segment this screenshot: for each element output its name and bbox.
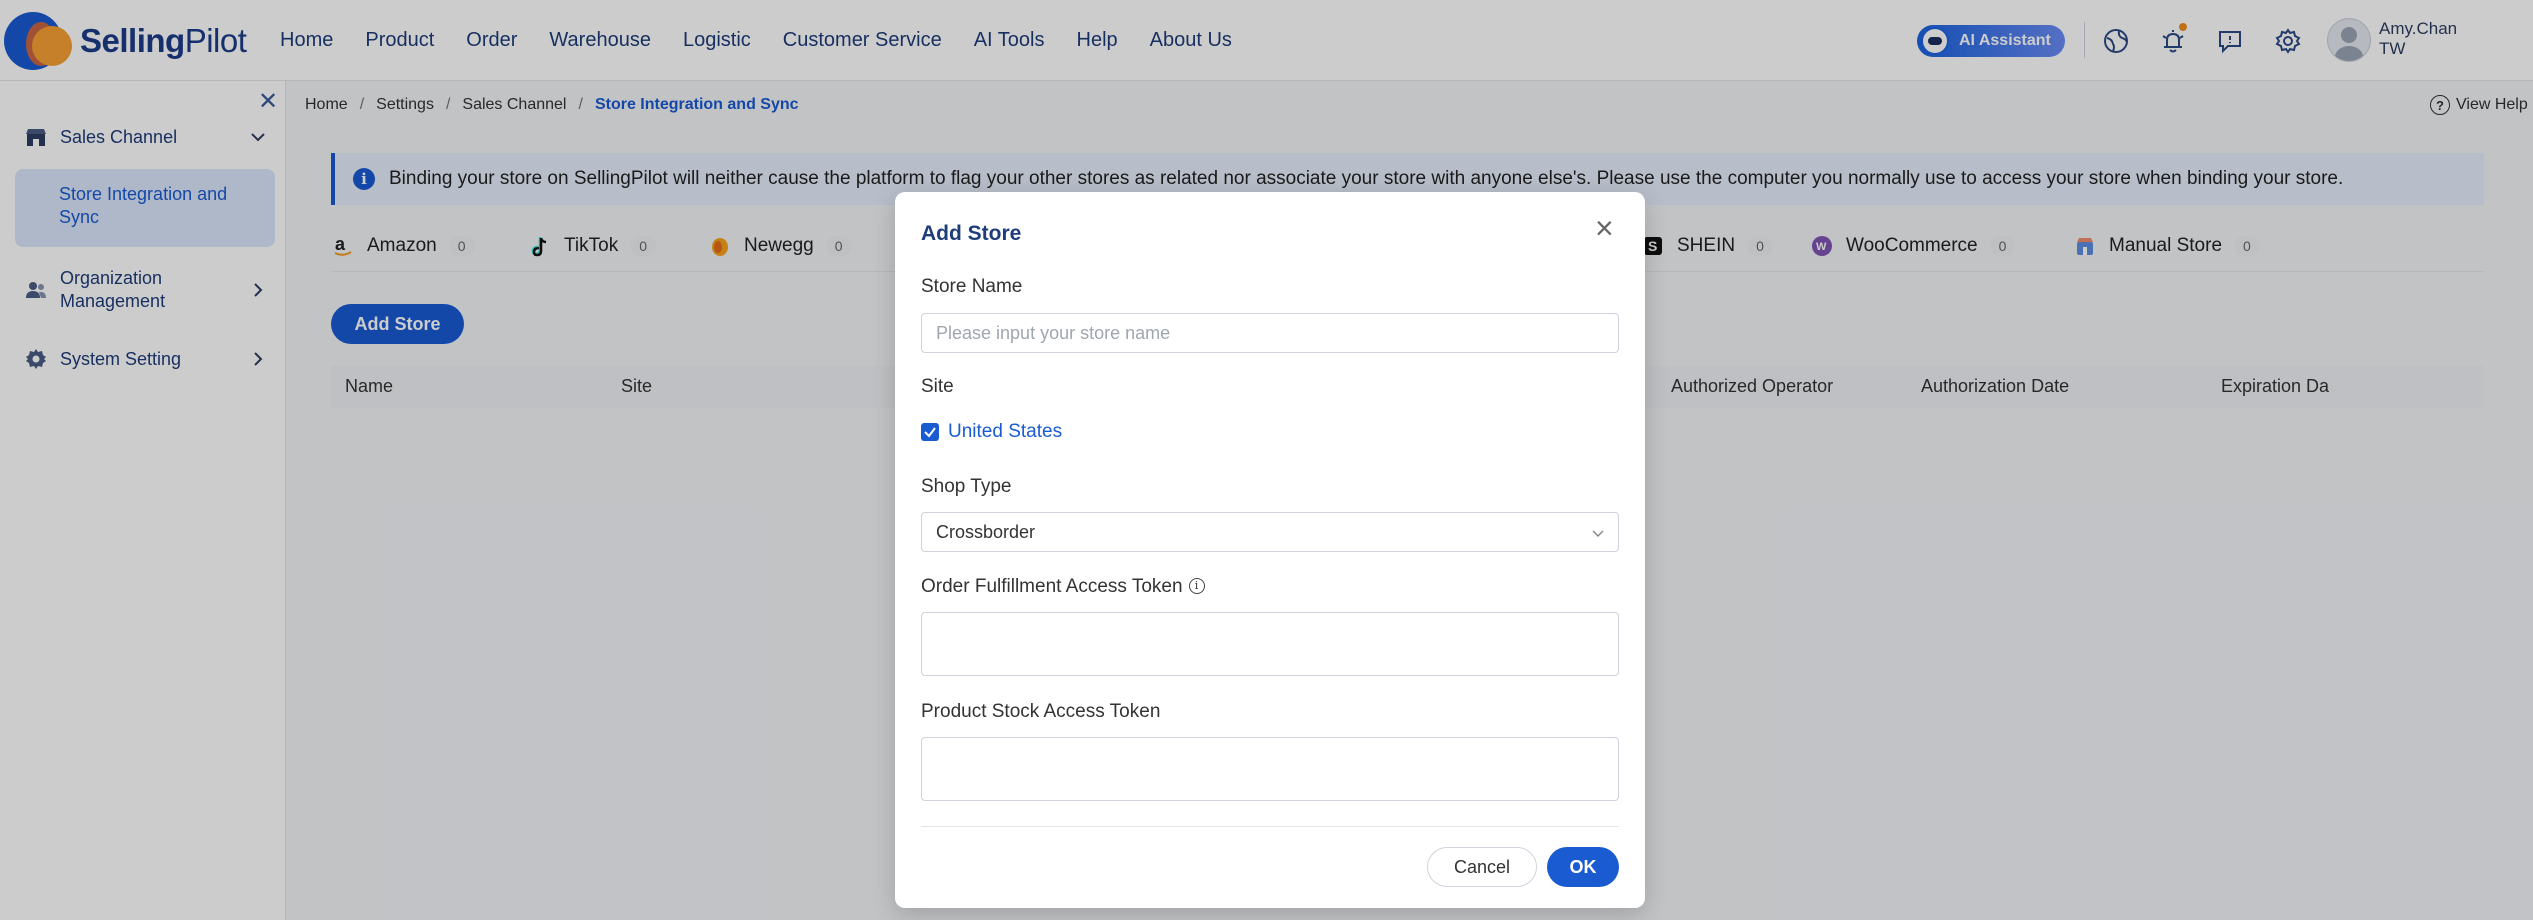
checkbox-checked-icon <box>921 423 939 441</box>
site-checkbox-united-states[interactable]: United States <box>921 421 1062 443</box>
chevron-down-icon <box>1592 530 1604 538</box>
shop-type-select[interactable]: Crossborder <box>921 512 1619 552</box>
modal-title: Add Store <box>921 222 1022 245</box>
close-icon[interactable]: × <box>1595 212 1614 244</box>
site-option-label: United States <box>948 421 1063 442</box>
add-store-modal: Add Store × Store Name Site United State… <box>895 192 1645 908</box>
ok-button[interactable]: OK <box>1547 847 1619 887</box>
order-token-input[interactable] <box>921 612 1619 676</box>
modal-divider <box>921 826 1619 827</box>
store-name-input[interactable] <box>921 313 1619 353</box>
stock-token-label: Product Stock Access Token <box>921 701 1161 722</box>
stock-token-input[interactable] <box>921 737 1619 801</box>
order-token-label: Order Fulfillment Access Token i <box>921 576 1205 598</box>
store-name-label: Store Name <box>921 276 1023 297</box>
shop-type-label: Shop Type <box>921 476 1012 497</box>
site-label: Site <box>921 376 954 397</box>
info-icon[interactable]: i <box>1188 578 1205 594</box>
shop-type-value: Crossborder <box>936 521 1036 542</box>
cancel-button[interactable]: Cancel <box>1427 847 1537 887</box>
